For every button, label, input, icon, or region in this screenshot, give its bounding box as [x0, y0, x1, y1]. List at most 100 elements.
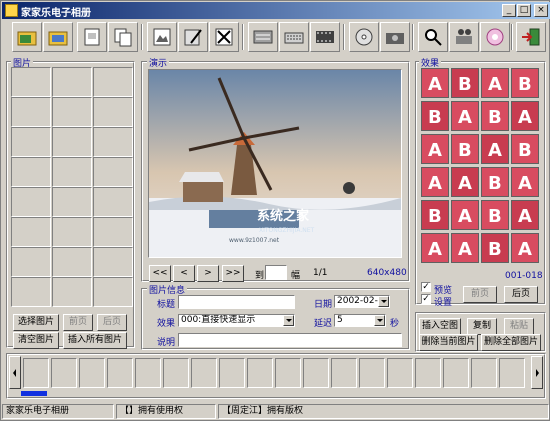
strip-slot[interactable] — [135, 358, 161, 388]
picture-slot[interactable] — [11, 187, 51, 217]
effect-thumbnail[interactable]: A — [451, 101, 479, 131]
close-button[interactable]: × — [534, 4, 548, 17]
strip-slot[interactable] — [303, 358, 329, 388]
effect-thumbnail[interactable]: A — [421, 68, 449, 98]
chevron-down-icon[interactable] — [374, 315, 385, 326]
folder-icon[interactable] — [43, 22, 73, 52]
next-frame-button[interactable]: > — [197, 265, 219, 282]
picture-slot[interactable] — [52, 127, 92, 157]
picture-slot[interactable] — [52, 277, 92, 307]
delete-all-button[interactable]: 删除全部图片 — [481, 334, 541, 351]
edit-icon[interactable] — [178, 22, 208, 52]
minimize-button[interactable]: _ — [502, 4, 516, 17]
effects-next-page-button[interactable]: 后页 — [504, 286, 538, 303]
picture-slot[interactable] — [93, 247, 133, 277]
effect-thumbnail[interactable]: A — [421, 134, 449, 164]
effect-thumbnail[interactable]: B — [511, 134, 539, 164]
effect-thumbnail[interactable]: A — [451, 167, 479, 197]
effect-thumbnail[interactable]: A — [481, 68, 509, 98]
picture-slot[interactable] — [93, 157, 133, 187]
paste-button[interactable]: 粘贴 — [504, 318, 534, 335]
strip-slot[interactable] — [387, 358, 413, 388]
strip-slot[interactable] — [331, 358, 357, 388]
effect-thumbnail[interactable]: A — [421, 167, 449, 197]
first-frame-button[interactable]: << — [149, 265, 171, 282]
sound-icon[interactable] — [480, 22, 510, 52]
description-input[interactable] — [178, 333, 402, 347]
picture-slot[interactable] — [52, 67, 92, 97]
effect-thumbnail[interactable]: A — [511, 233, 539, 263]
strip-slot[interactable] — [191, 358, 217, 388]
effect-thumbnail[interactable]: B — [481, 233, 509, 263]
effect-thumbnail[interactable]: B — [481, 167, 509, 197]
strip-slot[interactable] — [79, 358, 105, 388]
strip-slot[interactable] — [219, 358, 245, 388]
picture-slot[interactable] — [11, 247, 51, 277]
effects-prev-page-button[interactable]: 前页 — [463, 286, 497, 303]
open-folder-icon[interactable] — [12, 22, 42, 52]
tools-icon[interactable] — [248, 22, 278, 52]
effect-thumbnail[interactable]: B — [511, 68, 539, 98]
picture-slot[interactable] — [93, 97, 133, 127]
select-pictures-button[interactable]: 选择图片 — [13, 314, 59, 331]
effect-thumbnail[interactable]: B — [451, 68, 479, 98]
effect-thumbnail[interactable]: A — [421, 233, 449, 263]
effect-thumbnail[interactable]: B — [451, 134, 479, 164]
strip-scroll-right-button[interactable] — [531, 356, 543, 389]
strip-slot[interactable] — [23, 358, 49, 388]
effect-thumbnail[interactable]: B — [421, 200, 449, 230]
last-frame-button[interactable]: >> — [222, 265, 244, 282]
effect-thumbnail[interactable]: A — [511, 167, 539, 197]
picture-slot[interactable] — [52, 187, 92, 217]
strip-scroll-left-button[interactable] — [9, 356, 21, 389]
strip-slot[interactable] — [359, 358, 385, 388]
picture-slot[interactable] — [93, 217, 133, 247]
strip-slot[interactable] — [415, 358, 441, 388]
picture-slot[interactable] — [93, 67, 133, 97]
strip-slot[interactable] — [163, 358, 189, 388]
strip-slot[interactable] — [275, 358, 301, 388]
effect-thumbnail[interactable]: A — [511, 101, 539, 131]
strip-slot[interactable] — [443, 358, 469, 388]
picture-slot[interactable] — [11, 67, 51, 97]
strip-slot[interactable] — [499, 358, 525, 388]
title-bar[interactable]: 家家乐电子相册 _ □ × — [2, 2, 550, 19]
clear-pictures-button[interactable]: 清空图片 — [13, 332, 59, 349]
camera-icon[interactable] — [380, 22, 410, 52]
delete-icon[interactable] — [209, 22, 239, 52]
keyboard-icon[interactable] — [279, 22, 309, 52]
chevron-down-icon[interactable] — [283, 315, 294, 326]
goto-input[interactable] — [265, 265, 287, 280]
preview-checkbox[interactable]: ✓ — [421, 282, 431, 292]
chevron-down-icon[interactable] — [378, 296, 389, 307]
picture-slot[interactable] — [93, 187, 133, 217]
settings-checkbox[interactable]: ✓ — [421, 294, 431, 304]
strip-slot[interactable] — [51, 358, 77, 388]
insert-blank-button[interactable]: 插入空图 — [419, 318, 461, 335]
effect-select[interactable]: 000:直接快速显示 — [178, 314, 295, 327]
delete-current-button[interactable]: 删除当前图片 — [419, 334, 478, 351]
picture-slot[interactable] — [52, 157, 92, 187]
film-icon[interactable] — [310, 22, 340, 52]
picture-slot[interactable] — [93, 127, 133, 157]
projector-icon[interactable] — [449, 22, 479, 52]
picture-slot[interactable] — [52, 247, 92, 277]
strip-slot[interactable] — [247, 358, 273, 388]
effect-thumbnail[interactable]: B — [481, 101, 509, 131]
picture-slot[interactable] — [93, 277, 133, 307]
pictures-prev-page-button[interactable]: 前页 — [63, 314, 93, 331]
effect-thumbnail[interactable]: A — [511, 200, 539, 230]
picture-slot[interactable] — [52, 97, 92, 127]
image-icon[interactable] — [147, 22, 177, 52]
effect-thumbnail[interactable]: B — [481, 200, 509, 230]
effect-thumbnail[interactable]: A — [451, 233, 479, 263]
effect-thumbnail[interactable]: A — [481, 134, 509, 164]
cd-icon[interactable] — [349, 22, 379, 52]
insert-all-pictures-button[interactable]: 插入所有图片 — [63, 332, 127, 349]
copy-button[interactable]: 复制 — [467, 318, 497, 335]
delay-select[interactable]: 5 — [334, 314, 386, 327]
exit-icon[interactable] — [516, 22, 546, 52]
picture-slot[interactable] — [11, 217, 51, 247]
properties-icon[interactable] — [77, 22, 107, 52]
picture-slot[interactable] — [52, 217, 92, 247]
